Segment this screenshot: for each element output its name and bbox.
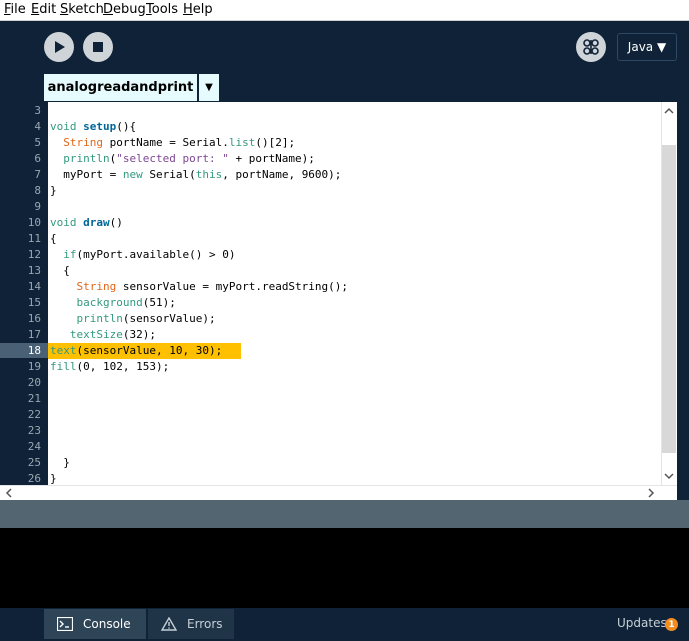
vertical-scroll-thumb[interactable] [662,145,676,453]
code-line-13: { [50,264,70,277]
menu-bar: File Edit Sketch Debug Tools Help [0,0,689,21]
code-line-6: println("selected port: " + portName); [63,152,315,165]
scroll-up-icon[interactable] [662,106,676,116]
console-icon [57,617,73,631]
menu-debug[interactable]: Debug [103,2,146,17]
line-number: 22 [27,408,41,421]
line-number: 15 [27,296,41,309]
code-editor[interactable]: void setup(){ String portName = Serial.l… [48,102,661,485]
line-number: 8 [34,184,41,197]
menu-debug-label: ebug [113,2,146,17]
line-number: 12 [27,248,41,261]
code-line-10: void draw() [50,216,123,229]
line-number: 18 [27,344,41,357]
line-number: 23 [27,424,41,437]
menu-help-mnemonic: H [183,2,193,17]
tab-menu-button[interactable]: ▼ [199,74,219,101]
menu-sketch[interactable]: Sketch [60,2,104,17]
tab-console[interactable]: Console [44,609,146,639]
code-line-18: text(sensorValue, 10, 30); [50,344,223,357]
menu-tools-label: ools [151,2,179,17]
code-line-14: String sensorValue = myPort.readString()… [76,280,349,293]
menu-tools[interactable]: Tools [146,2,178,17]
line-number: 11 [27,232,41,245]
scroll-right-icon[interactable] [646,486,656,500]
line-number: 13 [27,264,41,277]
play-icon [55,41,65,53]
line-number: 9 [34,200,41,213]
code-line-19: fill(0, 102, 153); [50,360,170,373]
scroll-down-icon[interactable] [662,471,676,481]
console-tab-label: Console [83,617,131,631]
menu-sketch-label: ketch [68,2,104,17]
code-line-15: background(51); [76,296,176,309]
line-number: 14 [27,280,41,293]
run-button[interactable] [44,32,74,62]
line-number: 25 [27,456,41,469]
mode-selector[interactable]: Java ▼ [617,33,677,61]
line-number: 21 [27,392,41,405]
line-number: 10 [27,216,41,229]
warning-icon [161,617,177,631]
menu-edit-mnemonic: E [31,2,40,17]
line-number: 20 [27,376,41,389]
line-number: 24 [27,440,41,453]
updates-link[interactable]: Updates [617,616,667,630]
line-number: 26 [27,472,41,485]
horizontal-scrollbar[interactable] [0,485,677,500]
tab-sketch[interactable]: analogreadandprint [44,74,197,101]
editor-right-margin [677,102,689,500]
menu-edit[interactable]: Edit [31,2,56,17]
errors-tab-label: Errors [187,617,223,631]
code-line-7: myPort = new Serial(this, portName, 9600… [50,168,342,181]
updates-badge[interactable]: 1 [665,618,678,631]
menu-file[interactable]: File [4,2,26,17]
code-line-5: String portName = Serial.list()[2]; [63,136,296,149]
code-line-17: textSize(32); [69,328,156,341]
debug-button[interactable] [576,32,606,62]
menu-debug-mnemonic: D [103,2,114,17]
line-number: 5 [34,136,41,149]
line-number: 7 [34,168,41,181]
code-line-12: if(myPort.available() > 0) [63,248,236,261]
line-number: 17 [27,328,41,341]
tab-errors[interactable]: Errors [148,609,234,639]
menu-help[interactable]: Help [183,2,213,17]
line-number: 19 [27,360,41,373]
menu-file-label: ile [10,2,26,17]
menu-help-label: elp [192,2,213,17]
menu-edit-label: dit [39,2,57,17]
code-line-11: { [50,232,57,245]
code-line-16: println(sensorValue); [76,312,216,325]
console-area [0,528,689,608]
line-number: 3 [34,104,41,117]
line-number: 6 [34,152,41,165]
scroll-left-icon[interactable] [4,486,14,500]
code-line-4: void setup(){ [50,120,137,133]
stop-button[interactable] [83,32,113,62]
code-line-25: } [50,456,70,469]
code-line-8: } [50,184,57,197]
line-number: 4 [34,120,41,133]
stop-icon [93,42,103,52]
line-number: 16 [27,312,41,325]
code-line-26: } [50,472,57,485]
butterfly-icon [583,39,599,55]
console-divider[interactable] [0,500,689,528]
